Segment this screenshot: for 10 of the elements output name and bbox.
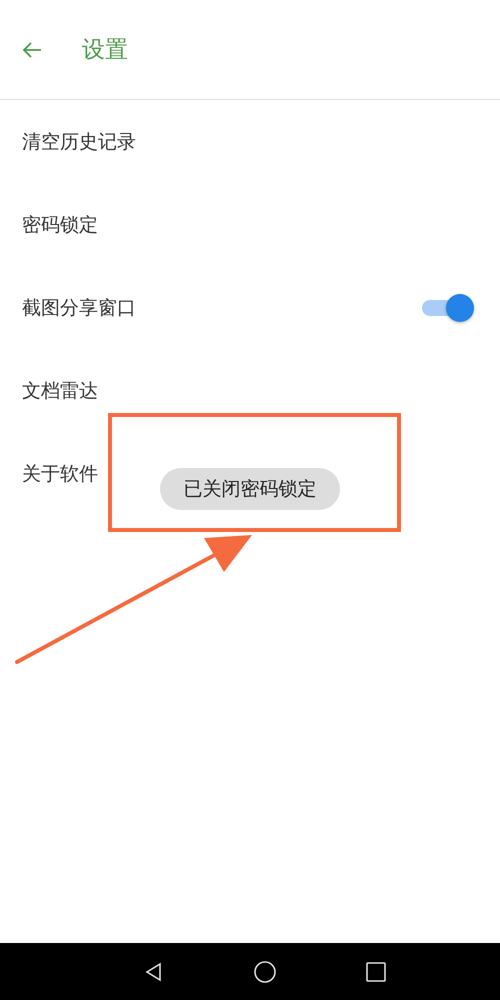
toggle-switch[interactable] bbox=[422, 292, 474, 322]
page-title: 设置 bbox=[82, 36, 128, 65]
setting-label[interactable]: 截图分享窗口 bbox=[22, 294, 136, 320]
home-icon[interactable] bbox=[253, 960, 277, 984]
setting-label[interactable]: 密码锁定 bbox=[22, 212, 98, 238]
setting-label[interactable]: 关于软件 bbox=[22, 460, 98, 486]
recents-icon[interactable] bbox=[365, 960, 387, 982]
toast-message: 已关闭密码锁定 bbox=[160, 468, 340, 510]
setting-label[interactable]: 清空历史记录 bbox=[22, 128, 136, 154]
setting-label[interactable]: 文档雷达 bbox=[22, 378, 98, 404]
